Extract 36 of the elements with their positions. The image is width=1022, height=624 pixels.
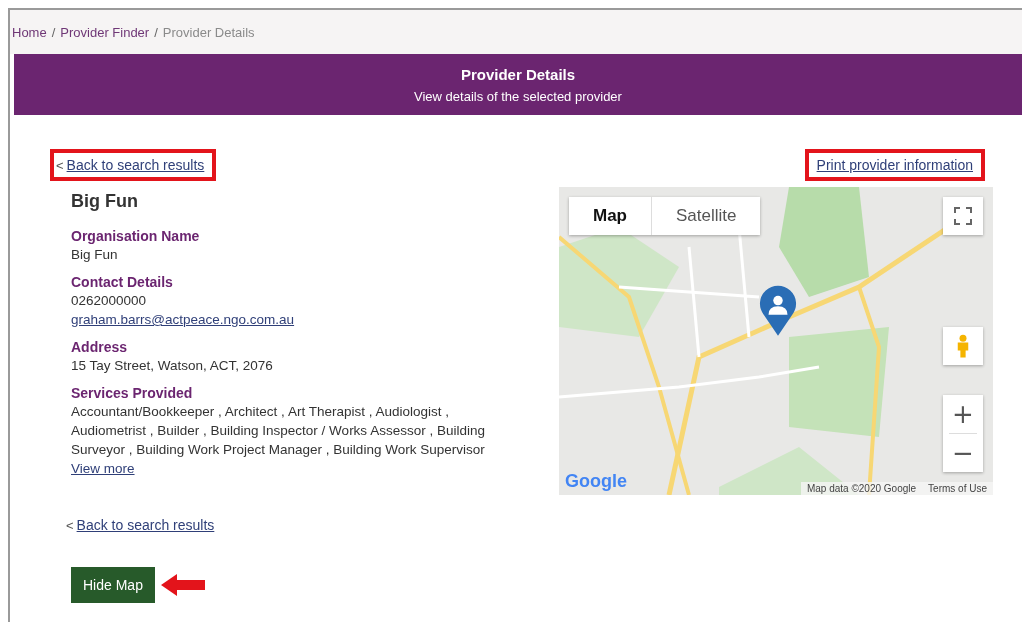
- chevron-text: <: [56, 157, 64, 173]
- back-link[interactable]: Back to search results: [66, 157, 205, 173]
- detail-link[interactable]: graham.barrs@actpeace.ngo.com.au: [71, 310, 295, 329]
- section-heading: Contact Details: [71, 274, 174, 291]
- breadcrumb-current: Provider Details: [162, 24, 255, 40]
- map-attribution: Map data ©2020 Google: [806, 483, 917, 494]
- header-title: Provider Details: [460, 65, 576, 83]
- chevron-text: <: [66, 517, 74, 533]
- fullscreen-icon: [954, 207, 972, 225]
- location-pin-icon[interactable]: [759, 285, 797, 337]
- hide-map-button[interactable]: Hide Map: [71, 567, 155, 603]
- fullscreen-button[interactable]: [943, 197, 983, 235]
- map-type-tab[interactable]: Satellite: [652, 197, 761, 235]
- print-link[interactable]: Print provider information: [810, 157, 973, 173]
- breadcrumb-separator: /: [154, 24, 158, 40]
- breadcrumb-link[interactable]: Provider Finder: [60, 24, 150, 40]
- section-heading: Organisation Name: [71, 228, 201, 245]
- detail-text: Accountant/Bookkeeper , Architect , Art Therapist , Audiologist , Audiometrist , Builder , Building Inspector / Works Assessor , Building Surveyor , Building Work Project Manager , Building Work Supervisor: [71, 403, 486, 459]
- detail-text: 0262000000: [71, 292, 148, 310]
- detail-text: 15 Tay Street, Watson, ACT, 2076: [71, 357, 274, 375]
- terms-link[interactable]: Terms of Use: [928, 483, 987, 494]
- zoom-in-button[interactable]: +: [943, 395, 983, 433]
- back-link[interactable]: Back to search results: [76, 517, 215, 533]
- detail-text: Big Fun: [71, 246, 119, 264]
- map-widget[interactable]: Map Satellite + − Google Map data ©2020 Google Terms of Use: [559, 187, 993, 495]
- person-icon: [956, 333, 970, 359]
- detail-link[interactable]: View more: [71, 459, 135, 478]
- breadcrumb-separator: /: [51, 24, 56, 40]
- map-type-tab[interactable]: Map: [569, 197, 652, 235]
- breadcrumb-link[interactable]: Home: [12, 24, 47, 40]
- section-heading: Address: [71, 339, 129, 356]
- header-subtitle: View details of the selected provider: [414, 88, 622, 104]
- zoom-out-button[interactable]: −: [943, 434, 983, 472]
- map-logo: Google: [565, 471, 627, 492]
- section-heading: Services Provided: [71, 385, 194, 402]
- provider-name: Big Fun: [71, 191, 139, 212]
